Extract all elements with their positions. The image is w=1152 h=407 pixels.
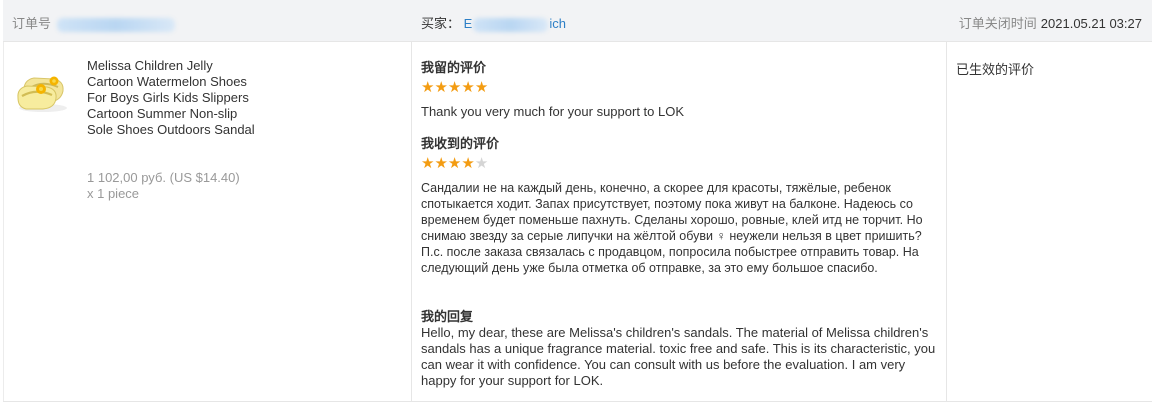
star-filled-icon: ★ <box>421 155 435 172</box>
buyer-name-suffix: ich <box>549 16 566 31</box>
received-review-stars: ★★★★★ <box>421 156 941 172</box>
star-filled-icon: ★ <box>447 79 462 96</box>
star-filled-icon: ★ <box>421 79 435 96</box>
product-title[interactable]: Melissa Children Jelly Cartoon Watermelo… <box>87 58 262 138</box>
product-thumbnail[interactable] <box>14 58 72 116</box>
my-reply-label: 我的回复 <box>421 309 474 324</box>
order-number-label: 订单号 <box>12 16 52 31</box>
buyer-label: 买家： <box>421 16 461 31</box>
star-filled-icon: ★ <box>434 155 448 172</box>
star-empty-icon: ★ <box>474 155 489 172</box>
left-border <box>3 42 4 402</box>
column-divider-1 <box>411 42 412 402</box>
column-divider-2 <box>946 42 947 402</box>
my-review-text: Thank you very much for your support to … <box>421 104 685 119</box>
order-number: 订单号 <box>12 13 176 32</box>
product-quantity: x 1 piece <box>87 186 140 201</box>
star-filled-icon: ★ <box>474 79 489 96</box>
order-number-redacted <box>57 17 176 32</box>
order-close-time: 订单关闭时间 2021.05.21 03:27 <box>959 13 1142 32</box>
my-review-section: 我留的评价 ★★★★★ Thank you very much for your… <box>421 60 941 120</box>
received-review-text: Сандалии не на каждый день, конечно, а с… <box>421 181 923 275</box>
my-review-label: 我留的评价 <box>421 60 487 75</box>
star-filled-icon: ★ <box>461 79 475 96</box>
review-status: 已生效的评价 <box>956 62 1035 77</box>
close-time-value: 2021.05.21 03:27 <box>1040 16 1142 31</box>
close-time-label: 订单关闭时间 <box>958 16 1037 31</box>
star-filled-icon: ★ <box>434 79 448 96</box>
received-review-section: 我收到的评价 ★★★★★ Сандалии не на каждый день,… <box>421 136 941 276</box>
bottom-border <box>3 401 1152 402</box>
order-review-card: 订单号 买家： Eich 订单关闭时间 2021.05.21 03:27 Meli… <box>0 0 1152 407</box>
my-reply-text: Hello, my dear, these are Melissa's chil… <box>421 325 936 388</box>
my-review-stars: ★★★★★ <box>421 80 941 96</box>
buyer-name-redacted <box>473 17 549 32</box>
received-review-label: 我收到的评价 <box>421 136 500 151</box>
my-reply-section: 我的回复 Hello, my dear, these are Melissa's… <box>421 309 941 389</box>
star-filled-icon: ★ <box>447 155 462 172</box>
order-header: 订单号 买家： Eich 订单关闭时间 2021.05.21 03:27 <box>3 0 1152 42</box>
sandal-icon <box>17 76 67 112</box>
buyer-name-prefix: E <box>463 16 473 31</box>
product-price: 1 102,00 руб. (US $14.40) <box>87 170 240 185</box>
buyer-info: 买家： Eich <box>421 13 566 32</box>
buyer-link[interactable]: Eich <box>463 16 566 32</box>
star-filled-icon: ★ <box>461 155 475 172</box>
